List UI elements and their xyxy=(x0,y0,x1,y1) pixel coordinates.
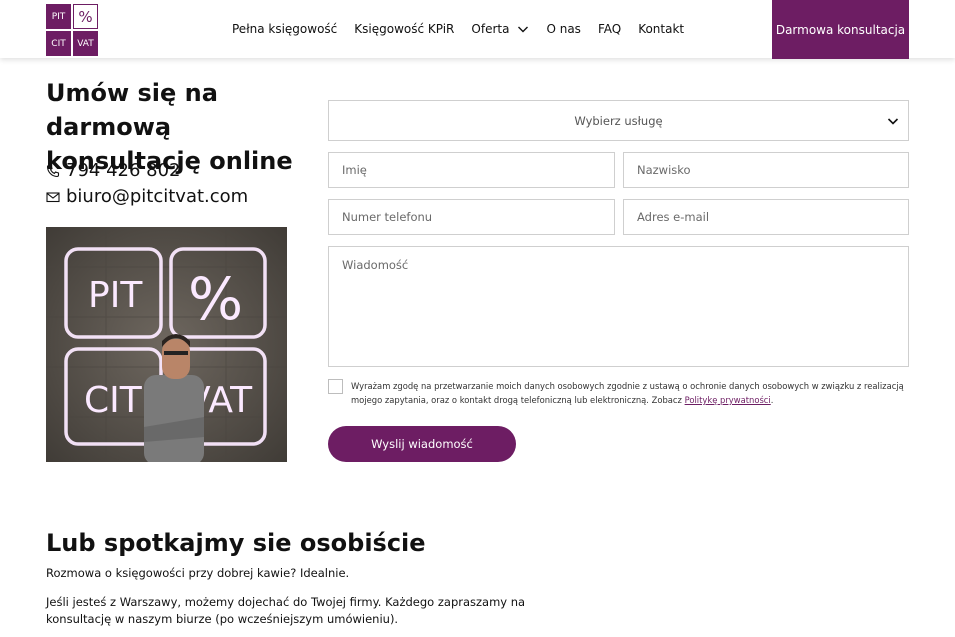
last-name-field[interactable] xyxy=(623,152,909,188)
consent-label: Wyrażam zgodę na przetwarzanie moich dan… xyxy=(351,381,904,405)
nav-label: FAQ xyxy=(597,22,622,36)
meet-heading: Lub spotkajmy sie osobiście xyxy=(46,529,426,557)
logo[interactable]: PIT % CIT VAT xyxy=(46,4,98,56)
phone-field[interactable] xyxy=(328,199,615,235)
email-address: biuro@pitcitvat.com xyxy=(66,186,249,207)
sign-percent: % xyxy=(188,265,243,333)
service-select[interactable]: Wybierz usługę xyxy=(328,100,909,141)
nav-kpir[interactable]: Księgowość KPiR xyxy=(354,22,454,36)
email-field[interactable] xyxy=(623,199,909,235)
free-consultation-button[interactable]: Darmowa konsultacja xyxy=(772,0,909,59)
nav-label: Pełna księgowość xyxy=(232,22,338,36)
office-photo: PIT % CIT VAT xyxy=(46,227,287,462)
message-field[interactable] xyxy=(328,246,909,367)
phone-number: 794 426 802 xyxy=(66,160,181,181)
sign-pit: PIT xyxy=(88,275,143,316)
nav-about[interactable]: O nas xyxy=(546,22,580,36)
nav-label: Księgowość KPiR xyxy=(354,22,455,36)
nav-faq[interactable]: FAQ xyxy=(598,22,621,36)
meet-description: Jeśli jesteś z Warszawy, możemy dojechać… xyxy=(46,595,526,626)
site-header: PIT % CIT VAT Pełna księgowość Księgowoś… xyxy=(0,0,955,59)
privacy-policy-link[interactable]: Politykę prywatności xyxy=(685,395,771,405)
first-name-field[interactable] xyxy=(328,152,615,188)
envelope-icon xyxy=(46,191,60,202)
chevron-down-icon xyxy=(518,26,529,33)
nav-contact[interactable]: Kontakt xyxy=(638,22,684,36)
nav-full-accounting[interactable]: Pełna księgowość xyxy=(232,22,337,36)
email-contact[interactable]: biuro@pitcitvat.com xyxy=(46,186,248,207)
consent-end: . xyxy=(770,395,774,405)
meet-intro: Rozmowa o księgowości przy dobrej kawie?… xyxy=(46,566,350,580)
nav-label: Kontakt xyxy=(638,22,685,36)
sign-cit: CIT xyxy=(84,380,143,421)
main-nav: Pełna księgowość Księgowość KPiR Oferta … xyxy=(232,0,701,58)
logo-vat: VAT xyxy=(73,31,98,56)
nav-label: Oferta xyxy=(471,22,510,36)
consent-checkbox[interactable] xyxy=(328,379,343,394)
chevron-down-icon xyxy=(887,118,899,125)
send-message-button[interactable]: Wyslij wiadomość xyxy=(328,426,516,462)
neon-sign-photo: PIT % CIT VAT xyxy=(46,227,287,462)
nav-label: O nas xyxy=(546,22,581,36)
phone-icon xyxy=(46,164,60,177)
logo-percent: % xyxy=(73,4,98,29)
phone-contact[interactable]: 794 426 802 xyxy=(46,160,181,181)
logo-pit: PIT xyxy=(46,4,71,29)
consent-text: Wyrażam zgodę na przetwarzanie moich dan… xyxy=(351,379,909,407)
nav-offer[interactable]: Oferta xyxy=(471,22,529,36)
service-select-value: Wybierz usługę xyxy=(574,113,663,128)
logo-cit: CIT xyxy=(46,31,71,56)
